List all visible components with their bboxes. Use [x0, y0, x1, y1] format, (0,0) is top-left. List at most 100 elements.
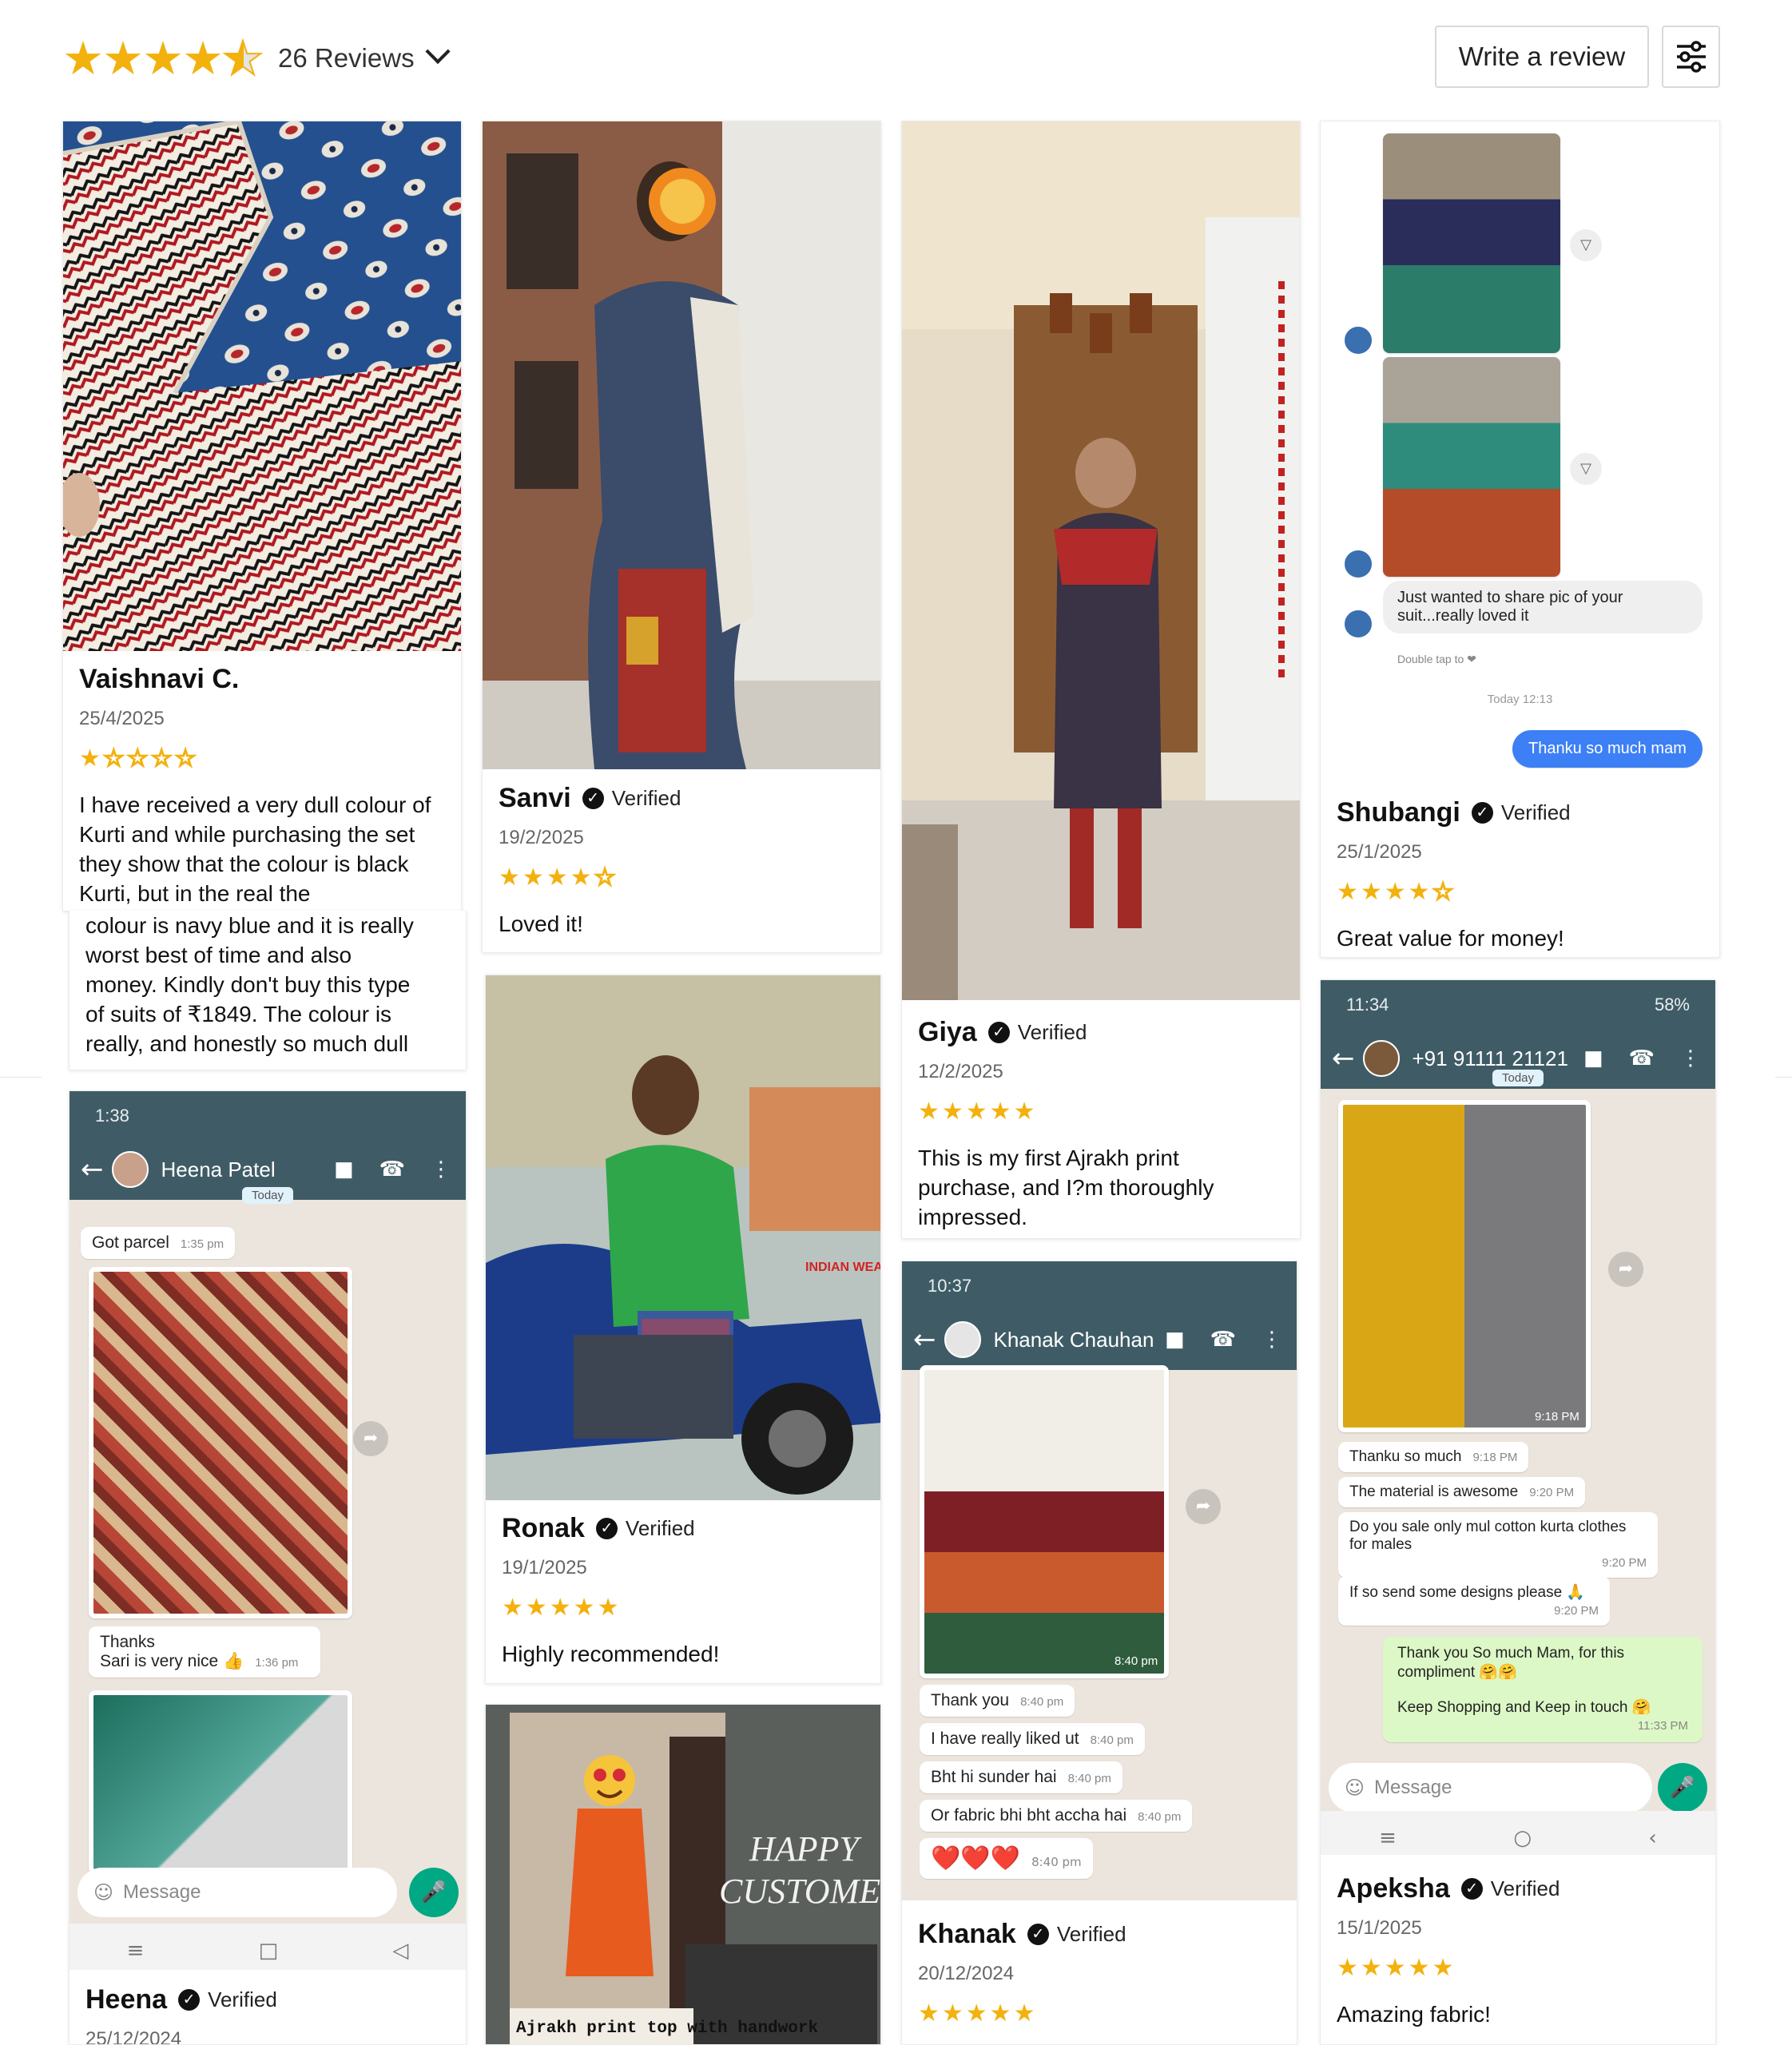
reviewer-name: Vaishnavi C.	[79, 663, 240, 694]
review-card[interactable]: 1:38 ← Heena Patel ■ ☎ ⋮ Today Got parce…	[69, 1090, 467, 2045]
date-chip: Today	[1492, 1070, 1544, 1086]
message-compose[interactable]: ☺ Message	[1329, 1763, 1652, 1813]
review-card[interactable]: Sanvi ✓ Verified 19/2/2025 ★★★★☆ Loved it!	[482, 121, 881, 953]
video-call-icon: ■	[1583, 1046, 1603, 1070]
chat-message: Or fabric bhi bht accha hai 8:40 pm	[920, 1800, 1193, 1832]
share-icon: ▽	[1570, 453, 1602, 485]
review-card[interactable]: 11:34 58% ← +91 91111 21121 ■ ☎ ⋮ Today 9…	[1320, 979, 1716, 2045]
battery-level: 58%	[1654, 995, 1690, 1015]
star-outline-icon: ☆☆☆☆	[102, 744, 199, 773]
avatar	[1343, 325, 1373, 355]
avatar	[111, 1151, 149, 1188]
happy-text: HAPPY	[749, 1829, 862, 1868]
review-card-continued[interactable]: colour is navy blue and it is really wor…	[69, 911, 467, 1070]
review-card[interactable]: Giya ✓ Verified 12/2/2025 ★★★★★ This is my…	[901, 121, 1301, 1239]
review-stars: ★★★★★	[1337, 1954, 1699, 1982]
star-icon: ★★★★	[499, 864, 594, 891]
microphone-icon[interactable]: 🎤	[409, 1868, 459, 1917]
back-arrow-icon: ←	[1332, 1042, 1355, 1074]
review-card[interactable]: INDIAN WEAVES Ronak ✓ Verified 19/1/2025 ★…	[485, 975, 881, 1684]
review-text: Highly recommended!	[502, 1642, 720, 1666]
watermark-text: INDIAN WEAVES	[805, 1261, 880, 1274]
phone-icon: ☎	[1210, 1328, 1236, 1352]
microphone-icon[interactable]: 🎤	[1658, 1763, 1707, 1813]
star-icon: ★	[79, 745, 103, 772]
verified-check-icon: ✓	[1460, 1877, 1483, 1900]
verified-check-icon: ✓	[987, 1021, 1010, 1043]
reviewer-name: Sanvi	[499, 782, 571, 813]
review-date: 19/2/2025	[499, 827, 584, 848]
chat-photo	[1383, 357, 1560, 577]
review-card[interactable]: ▽ ▽ Just wanted to share pic of your sui…	[1320, 121, 1720, 958]
star-icon: ★★★★	[1337, 878, 1432, 906]
chat-contact-name: Heena Patel	[161, 1157, 276, 1181]
double-tap-hint: Double tap to ❤	[1397, 653, 1476, 665]
verified-label: Verified	[1490, 1876, 1560, 1900]
section-divider	[1775, 1077, 1792, 1078]
review-date: 25/12/2024	[85, 2028, 182, 2045]
chat-photo	[89, 1690, 352, 1874]
chat-reply: Thank you So much Mam, for this complime…	[1383, 1637, 1703, 1742]
average-rating: ★ ★ ★ ★ ★ 26 Reviews	[62, 31, 451, 85]
verified-label: Verified	[1500, 800, 1571, 824]
review-photo[interactable]: 1:38 ← Heena Patel ■ ☎ ⋮ Today Got parce…	[70, 1091, 466, 1970]
phone-status-bar: 1:38	[70, 1091, 466, 1139]
star-outline-icon: ☆	[594, 863, 618, 892]
review-photo[interactable]	[902, 121, 1300, 1000]
verified-check-icon: ✓	[582, 787, 604, 809]
filter-button[interactable]	[1662, 26, 1720, 88]
video-call-icon: ■	[1165, 1328, 1185, 1352]
chat-contact-name: Khanak Chauhan	[993, 1327, 1154, 1352]
review-photo[interactable]: ▽ ▽ Just wanted to share pic of your sui…	[1321, 121, 1719, 784]
review-card[interactable]: Vaishnavi C. 25/4/2025 ★☆☆☆☆ I have rece…	[62, 121, 462, 911]
chat-message: Do you sale only mul cotton kurta clothe…	[1338, 1512, 1658, 1578]
forward-icon: ➦	[1608, 1252, 1643, 1287]
back-arrow-icon: ←	[913, 1324, 936, 1356]
chat-image-time: 9:18 PM	[1535, 1410, 1579, 1424]
rating-star-icon: ★	[102, 31, 144, 85]
chat-photo	[920, 1365, 1169, 1678]
review-photo[interactable]: INDIAN WEAVES	[486, 975, 880, 1500]
share-icon: ▽	[1570, 229, 1602, 261]
chat-time: Today 12:13	[1487, 693, 1553, 706]
phone-icon: ☎	[379, 1158, 405, 1181]
review-card[interactable]: HAPPY CUSTOMER Ajrakh print top with han…	[485, 1704, 881, 2045]
chat-photo	[1338, 1100, 1591, 1432]
avatar	[1362, 1040, 1400, 1077]
chat-message: Thanks Sari is very nice 👍 1:36 pm	[89, 1626, 320, 1678]
section-divider	[0, 1077, 42, 1078]
reviewer-name: Heena	[85, 1983, 168, 2015]
emoji-icon: ☺	[93, 1881, 114, 1904]
rating-star-icon: ★	[62, 31, 104, 85]
reviewer-name: Khanak	[918, 1918, 1016, 1949]
chevron-down-icon[interactable]	[425, 38, 451, 65]
rating-half-star-icon: ★	[221, 31, 264, 85]
review-photo[interactable]: 10:37 ← Khanak Chauhan ■ ☎ ⋮ 8:40 pm ➦ T…	[902, 1261, 1297, 1900]
review-photo[interactable]: 11:34 58% ← +91 91111 21121 ■ ☎ ⋮ Today 9…	[1321, 980, 1715, 1855]
review-photo[interactable]	[483, 121, 880, 769]
review-text: This is my first Ajrakh print purchase, …	[918, 1146, 1214, 1229]
phone-nav-bar: ≡ □ ◁	[70, 1924, 466, 1970]
review-card[interactable]: 10:37 ← Khanak Chauhan ■ ☎ ⋮ 8:40 pm ➦ T…	[901, 1261, 1297, 2045]
chat-message: ❤️❤️❤️ 8:40 pm	[920, 1838, 1093, 1879]
verified-label: Verified	[208, 1987, 277, 2011]
message-compose[interactable]: ☺ Message	[77, 1868, 397, 1917]
reviewer-name: Ronak	[502, 1512, 585, 1543]
review-stars: ★★★★★	[918, 1999, 1281, 2027]
write-review-button[interactable]: Write a review	[1435, 26, 1649, 88]
chat-message: Just wanted to share pic of your suit...…	[1383, 581, 1703, 633]
review-stars: ★★★★★	[918, 1098, 1284, 1126]
review-count[interactable]: 26 Reviews	[278, 43, 415, 73]
chat-message: Got parcel 1:35 pm	[81, 1227, 236, 1259]
review-photo[interactable]: HAPPY CUSTOMER Ajrakh print top with han…	[486, 1705, 880, 2044]
avatar	[1343, 609, 1373, 639]
chat-contact-name: +91 91111 21121	[1412, 1046, 1568, 1070]
star-icon: ★★★★★	[1337, 1954, 1456, 1982]
status-time: 10:37	[928, 1276, 972, 1296]
review-photo[interactable]	[63, 121, 461, 651]
avatar	[1343, 549, 1373, 579]
reviewer-name: Giya	[918, 1016, 977, 1047]
review-text: I have received a very dull colour of Ku…	[79, 792, 431, 906]
phone-nav-bar: ≡ ○ ‹	[1321, 1811, 1715, 1855]
review-date: 25/1/2025	[1337, 841, 1422, 863]
